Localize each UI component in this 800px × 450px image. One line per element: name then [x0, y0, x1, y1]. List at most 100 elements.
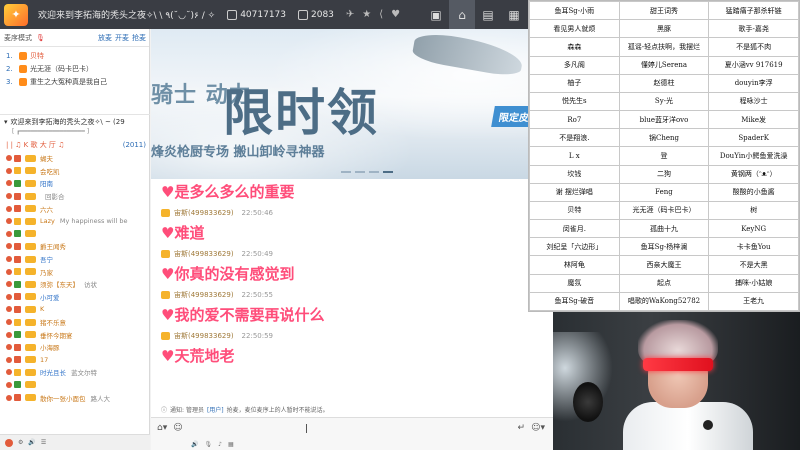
queue-item[interactable]: 1. 贝特	[6, 49, 149, 62]
user-row[interactable]: 须弥【东天】 访状	[0, 278, 150, 291]
release-mic-button[interactable]: 放麦	[98, 33, 112, 43]
user-status: My happiness will be	[59, 217, 128, 226]
user-row[interactable]: 小可爱	[0, 291, 150, 304]
user-name: 垂怀今期宴	[40, 331, 73, 340]
notice-link[interactable]: [用户]	[207, 405, 224, 414]
microphone-image	[573, 382, 603, 422]
user-row[interactable]: 时光且长 蓝文尔特	[0, 366, 150, 379]
name-cell: 酸酸的小鱼酱	[708, 182, 799, 202]
user-row[interactable]: 小海豚	[0, 341, 150, 354]
online-value: 2083	[311, 9, 334, 20]
role-icon	[14, 242, 21, 250]
user-row[interactable]: 会吃凯	[0, 165, 150, 178]
message-time: 22:50:59	[241, 332, 273, 340]
status-dot-icon	[6, 306, 12, 313]
send-icon[interactable]: ↵	[517, 423, 525, 433]
user-row[interactable]: 回影合	[0, 190, 150, 203]
speaker-icon[interactable]: 🔊	[191, 441, 198, 448]
sender-name[interactable]: 宙斯(499833629)	[174, 208, 234, 218]
name-cell: Ro7	[529, 110, 620, 130]
user-row[interactable]: 乃家	[0, 265, 150, 278]
role-icon	[14, 293, 21, 301]
voice-chat-app: ✦ 欢迎来到李拓海的秃头之夜✧\ \ ٩(˘◡˘)۶ / ✧ 40717173 …	[0, 0, 553, 450]
user-row[interactable]: 吾宁	[0, 253, 150, 266]
user-row[interactable]: 阳南	[0, 177, 150, 190]
user-row[interactable]: 猪不乐意	[0, 316, 150, 329]
collapse-icon[interactable]: ▾	[4, 118, 8, 126]
mic-icon[interactable]: 🎙	[36, 34, 45, 42]
sub-channel-row[interactable]: | | ♫ K 歌 大 厅 ♫ (2011)	[0, 139, 150, 151]
sender-name[interactable]: 宙斯(499833629)	[174, 331, 234, 341]
chat-message[interactable]: ♥是多么多么的重要	[161, 179, 551, 204]
user-name: 乃家	[40, 268, 53, 277]
pager-dot[interactable]	[341, 171, 351, 173]
user-row[interactable]	[0, 379, 150, 392]
user-name: 17	[40, 355, 49, 364]
user-row[interactable]: 散你一张小面包 路人大	[0, 391, 150, 404]
role-icon	[14, 154, 21, 162]
queue-item[interactable]: 2. 光无涯（码卡巴卡）	[6, 62, 149, 75]
user-list: 蝴夫 会吃凯 阳南回影合 六六 Lazy My happiness will be 爵王闻秀…	[0, 152, 150, 432]
emoji-icon[interactable]: ☺▾	[531, 423, 545, 433]
fans-value: 40717173	[240, 9, 286, 20]
sender-name[interactable]: 宙斯(499833629)	[174, 290, 234, 300]
name-cell: DouYin小鳄鱼爱洗澡	[708, 146, 799, 166]
bell-icon[interactable]: ♪	[218, 441, 222, 448]
name-cell: 不是狐不肉	[708, 37, 799, 57]
face-icon[interactable]: ☺	[173, 423, 182, 433]
notice-prefix: 通知: 管理员	[170, 406, 204, 414]
sender-name[interactable]: 宙斯(499833629)	[174, 249, 234, 259]
pager-dot[interactable]	[355, 171, 365, 173]
role-icon	[14, 356, 21, 364]
streamer-jacket	[623, 402, 753, 450]
jacket-logo	[703, 420, 713, 430]
user-row[interactable]: Lazy My happiness will be	[0, 215, 150, 228]
settings-icon[interactable]: ⚙	[18, 439, 23, 446]
user-row[interactable]: 爵王闻秀	[0, 240, 150, 253]
user-name: 须弥【东天】	[40, 281, 79, 290]
user-row[interactable]: 蝴夫	[0, 152, 150, 165]
share-icon[interactable]: ⟨	[379, 9, 383, 20]
user-row[interactable]: K	[0, 303, 150, 316]
name-cell: SpaderK	[708, 128, 799, 148]
user-row[interactable]: 17	[0, 354, 150, 367]
message-header: 宙斯(499833629) 22:50:59	[161, 329, 551, 343]
calendar-icon[interactable]: ▦	[501, 0, 527, 29]
chat-message[interactable]: 宙斯(499833629) 22:50:49 ♥你真的没有感觉到	[161, 247, 551, 286]
message-text: ♥难道	[161, 224, 205, 242]
banner-pager[interactable]	[341, 171, 393, 173]
open-mic-button[interactable]: 开麦	[115, 33, 129, 43]
channel-title-row[interactable]: ▾ 欢迎来到李拓海的秃头之夜✧\ ~ (29	[0, 114, 150, 128]
queue-item[interactable]: 3. 重生之大冤种真是我自己	[6, 75, 149, 88]
record-icon[interactable]	[5, 438, 13, 447]
mic-small-icon[interactable]: 🎙	[204, 441, 212, 448]
promo-banner[interactable]: 骑士 动力 限时领 烽炎枪厨专场 搬山卸岭寻神器 限定皮肤	[151, 29, 553, 179]
name-row: 林阿龟 西亲大魔王 不是大黑	[529, 255, 799, 275]
user-row[interactable]	[0, 228, 150, 241]
name-cell: 孤曲十九	[618, 219, 710, 239]
grid-icon[interactable]: ▦	[228, 441, 234, 448]
name-cell: 猛踏痛子那杀轩链	[708, 0, 799, 21]
chat-message[interactable]: 宙斯(499833629) 22:50:59 ♥天荒地老	[161, 329, 551, 368]
chat-message[interactable]: 宙斯(499833629) 22:50:55 ♥我的爱不需要再说什么	[161, 288, 551, 327]
mic-mode-label[interactable]: 麦序模式	[4, 33, 32, 43]
grab-mic-button[interactable]: 抢麦	[132, 33, 146, 43]
game-icon[interactable]: ▤	[475, 0, 501, 29]
pager-dot-active[interactable]	[383, 171, 393, 173]
user-row[interactable]: 六六	[0, 202, 150, 215]
airplane-icon[interactable]: ✈	[346, 9, 354, 20]
video-icon[interactable]: ▣	[423, 0, 449, 29]
chat-message[interactable]: 宙斯(499833629) 22:50:46 ♥难道	[161, 206, 551, 245]
home-icon[interactable]: ⌂	[449, 0, 475, 29]
user-row[interactable]: 垂怀今期宴	[0, 328, 150, 341]
pager-dot[interactable]	[369, 171, 379, 173]
star-icon[interactable]: ★	[362, 9, 371, 20]
user-status: 回影合	[45, 193, 65, 202]
heart-icon[interactable]: ♥	[391, 9, 400, 20]
name-cell: 登	[618, 146, 710, 166]
name-cell: Sy-光	[618, 91, 710, 112]
volume-icon[interactable]: 🔊	[28, 439, 35, 446]
name-cell: Feng	[618, 182, 710, 202]
gamepad-icon[interactable]: ⌂▾	[157, 423, 167, 433]
list-icon[interactable]: ☰	[41, 439, 46, 446]
